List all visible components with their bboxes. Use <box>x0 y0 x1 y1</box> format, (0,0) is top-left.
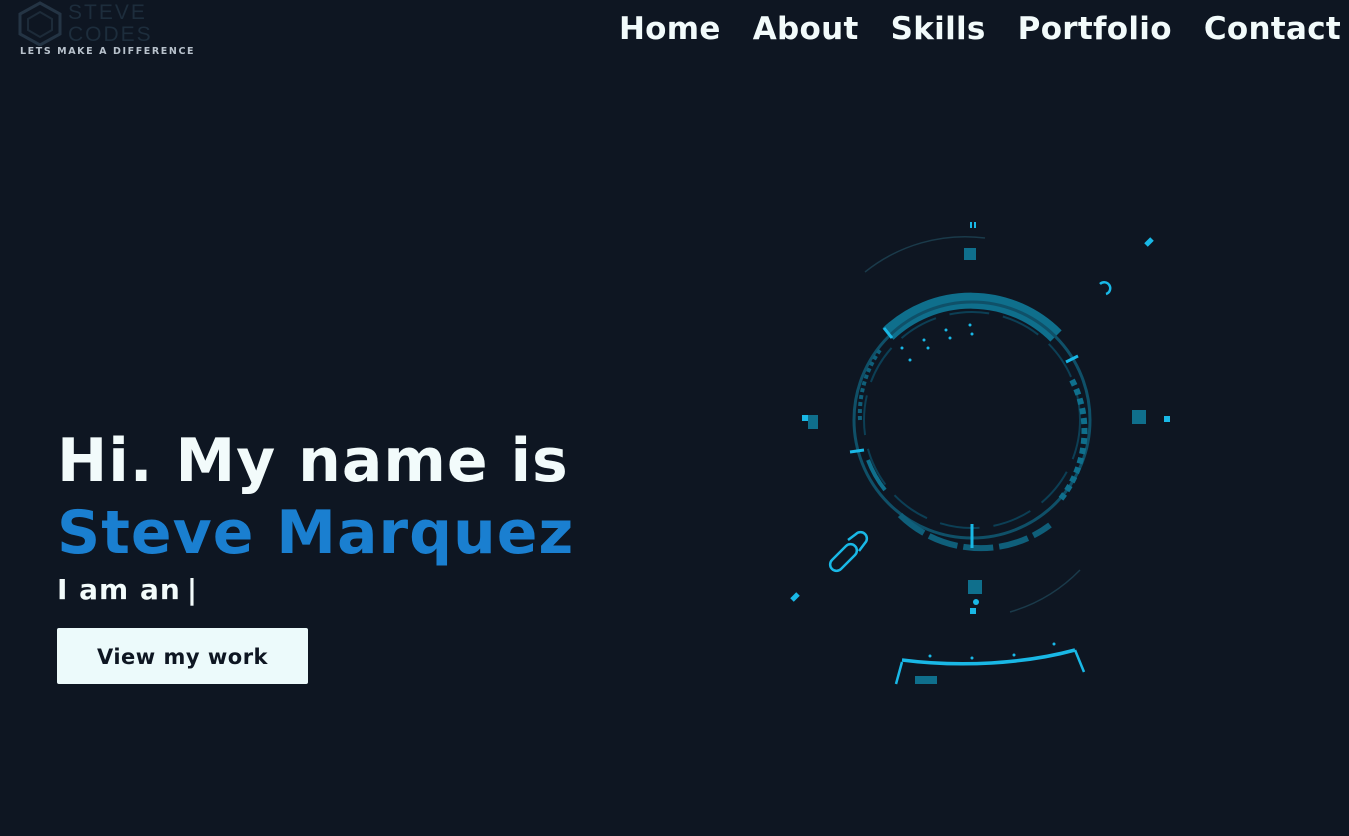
typed-prefix: I am an <box>57 573 181 606</box>
nav-about[interactable]: About <box>753 6 859 52</box>
typing-cursor: | <box>186 573 199 606</box>
nav-contact[interactable]: Contact <box>1204 6 1341 52</box>
logo-line-2: CODES <box>68 23 153 46</box>
logo-tagline: LETS MAKE A DIFFERENCE <box>20 46 196 57</box>
hero-greeting: Hi. My name is <box>57 426 569 496</box>
view-work-button[interactable]: View my work <box>57 628 308 684</box>
nav-skills[interactable]: Skills <box>891 6 986 52</box>
hud-graphic-icon <box>790 222 1170 685</box>
logo-line-1: STEVE <box>68 1 147 24</box>
main-nav: Home About Skills Portfolio Contact <box>587 6 1341 52</box>
hero-section: Hi. My name is Steve Marquez I am an | Vi… <box>57 424 574 684</box>
logo-wordmark: STEVE CODES <box>68 2 153 46</box>
logo-hexagon-icon <box>18 1 62 46</box>
hero-name: Steve Marquez <box>57 498 575 568</box>
nav-portfolio[interactable]: Portfolio <box>1018 6 1172 52</box>
page: STEVE CODES LETS MAKE A DIFFERENCE Home … <box>0 0 1349 836</box>
nav-home[interactable]: Home <box>619 6 721 52</box>
site-logo[interactable]: STEVE CODES LETS MAKE A DIFFERENCE <box>10 0 200 60</box>
hero-typed-text: I am an | <box>57 570 574 610</box>
